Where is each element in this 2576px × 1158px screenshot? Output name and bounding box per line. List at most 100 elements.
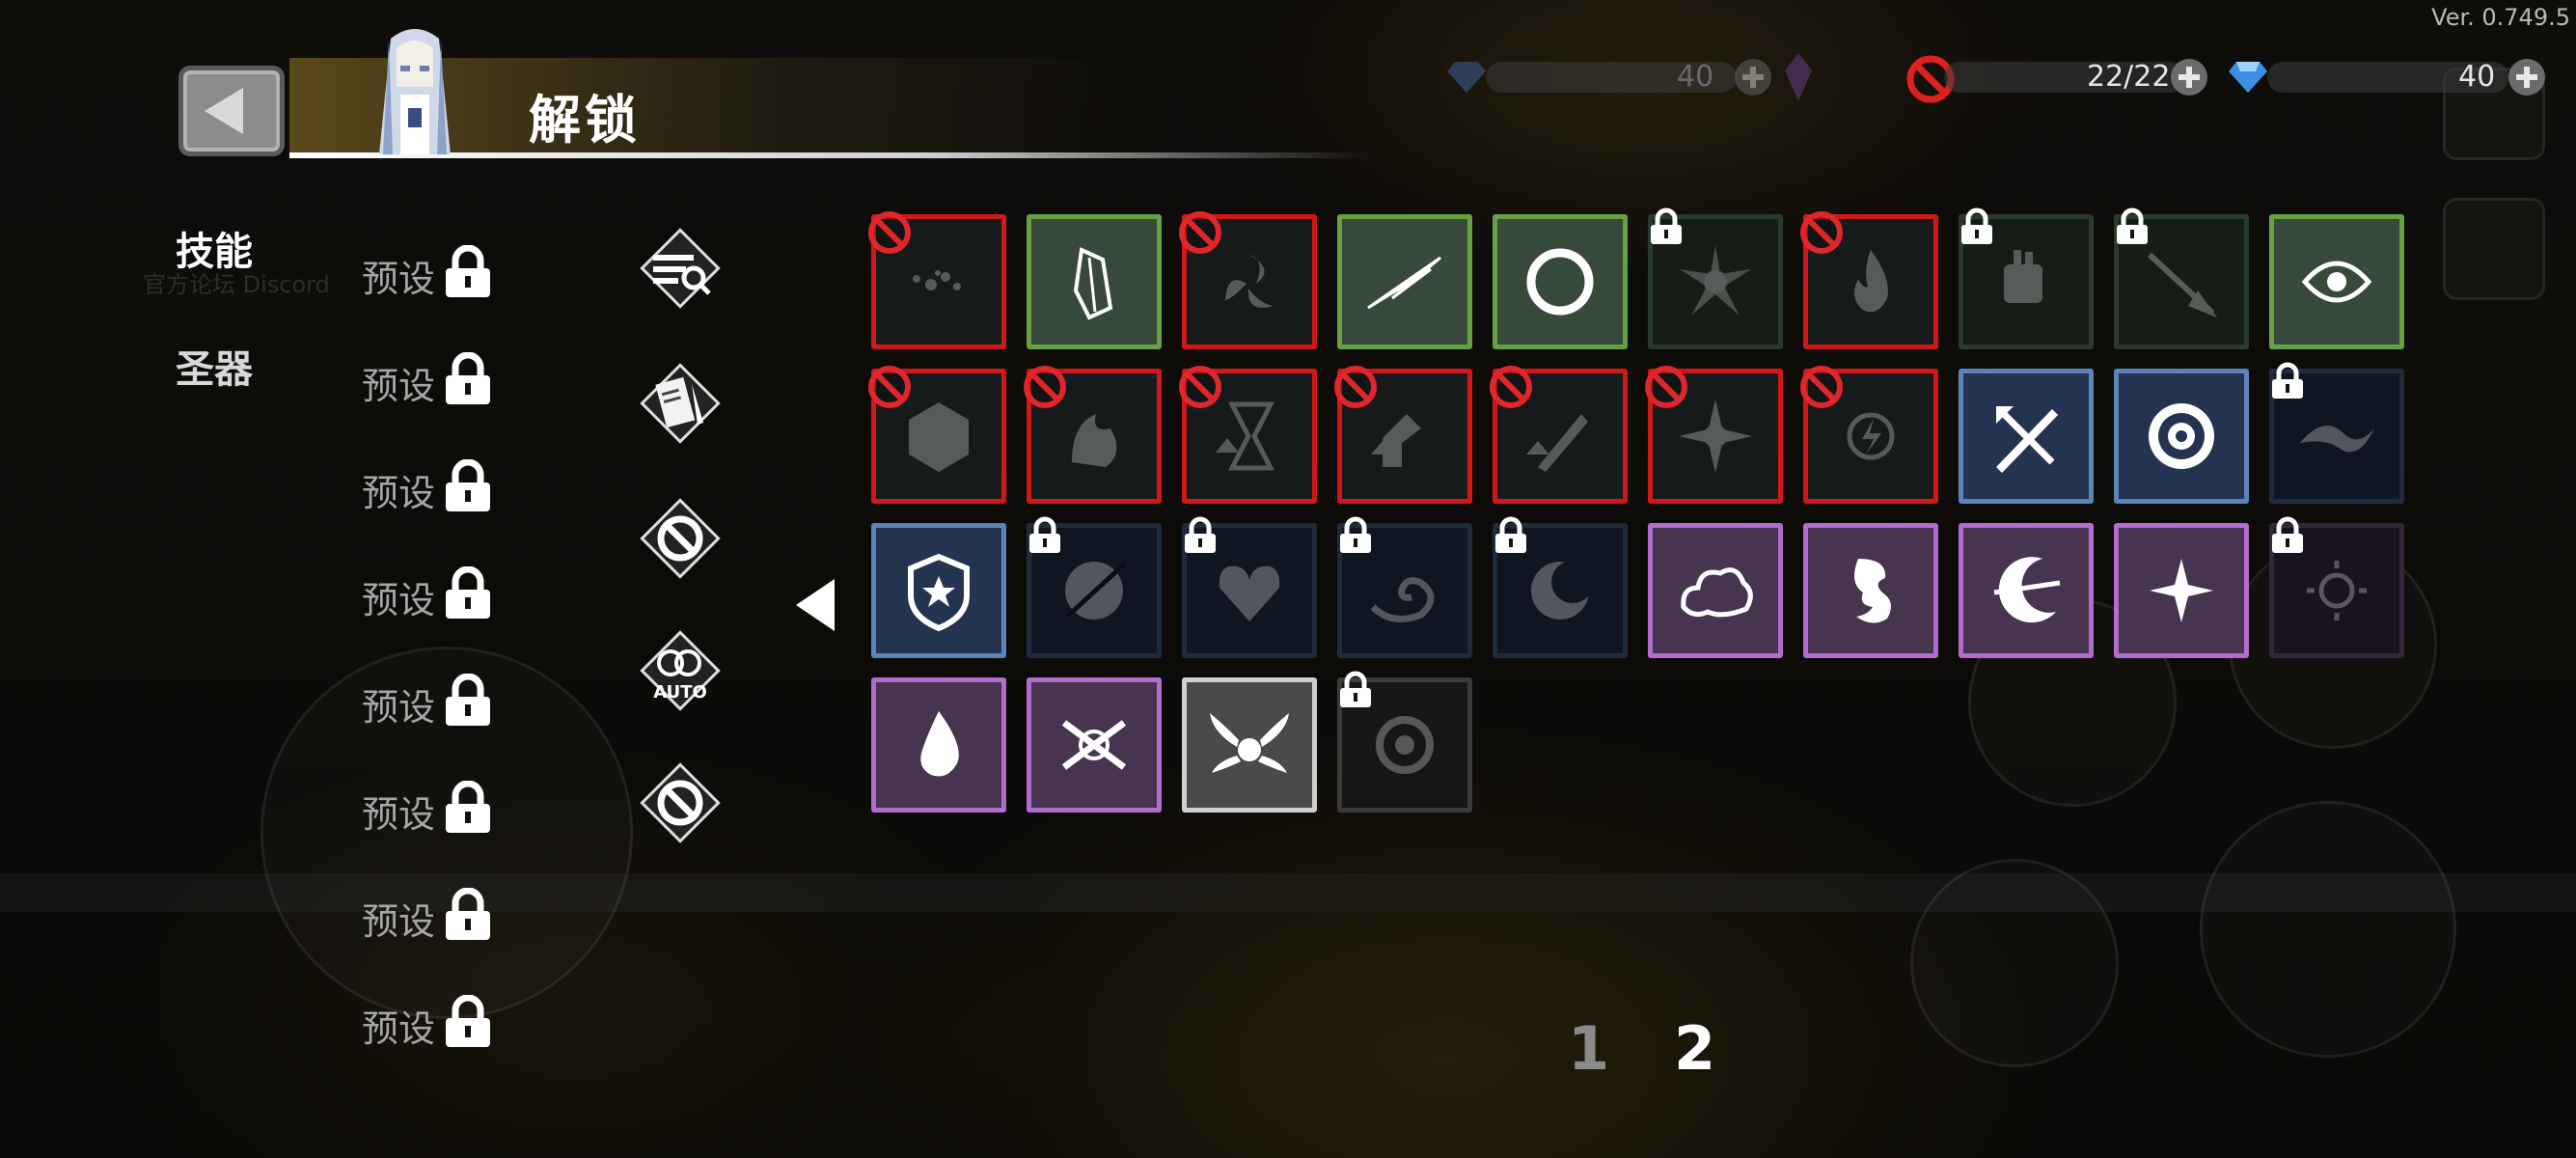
preset-slot[interactable]: 预设 [362, 780, 497, 836]
preset-label: 预设 [362, 686, 436, 729]
skill-card[interactable] [1337, 516, 1472, 658]
back-arrow-icon [205, 88, 243, 134]
lock-icon [442, 244, 494, 299]
skill-card[interactable] [868, 366, 1006, 504]
page-2-button[interactable]: 2 [1674, 1013, 1715, 1084]
skill-card[interactable] [1800, 211, 1938, 349]
preset-label: 预设 [362, 472, 436, 514]
preset-slot[interactable]: 预设 [362, 565, 497, 621]
preset-slot[interactable]: 预设 [362, 887, 497, 943]
preset-slot[interactable]: 预设 [362, 673, 497, 729]
skill-card[interactable] [1027, 677, 1162, 813]
page-1-button[interactable]: 1 [1568, 1013, 1609, 1084]
gem-value: 40 [2458, 60, 2496, 94]
skill-card[interactable] [1337, 671, 1472, 813]
lock-icon [442, 887, 494, 942]
ring-icon [1526, 248, 1594, 316]
previous-page-arrow[interactable] [796, 579, 835, 631]
preset-slot[interactable]: 预设 [362, 994, 497, 1050]
skill-card[interactable] [2114, 369, 2249, 504]
lock-icon [1336, 671, 1375, 709]
ghost-list-button [2443, 198, 2545, 300]
skill-card[interactable] [1493, 516, 1628, 658]
lock-icon [442, 351, 494, 406]
skill-card[interactable] [1800, 366, 1938, 504]
ghost-gem-plus-button[interactable] [1735, 59, 1771, 96]
filter-scroll-icon[interactable] [632, 355, 728, 452]
winged-orb-icon [1210, 713, 1289, 773]
ticket-plus-button[interactable] [2171, 59, 2207, 96]
gem-counter: 40 [2229, 58, 2547, 96]
skill-card[interactable] [1179, 211, 1317, 349]
gem-plus-button[interactable] [2508, 59, 2545, 96]
skill-card[interactable] [1179, 366, 1317, 504]
filter-auto-label: AUTO [653, 682, 707, 703]
lock-icon [1958, 207, 1996, 246]
skill-card[interactable] [1182, 516, 1317, 658]
category-artifacts[interactable]: 圣器 [176, 338, 253, 394]
filter-ban-alt-icon[interactable] [632, 755, 728, 851]
lock-icon [2113, 207, 2151, 246]
skill-card[interactable] [1024, 366, 1162, 504]
category-skills[interactable]: 技能 [176, 220, 253, 276]
dragon-icon [1854, 559, 1891, 623]
dark-gem-icon [1447, 62, 1486, 93]
ban-icon [1022, 364, 1068, 410]
lock-icon [442, 780, 494, 835]
skill-card[interactable] [2269, 516, 2404, 658]
vortex-eye-icon [2301, 261, 2372, 303]
skill-card[interactable] [2269, 214, 2404, 349]
skill-card[interactable] [1645, 366, 1783, 504]
cross-slash-icon [1061, 720, 1127, 770]
preset-slot[interactable]: 预设 [362, 351, 497, 407]
lock-icon [1492, 516, 1530, 555]
ticket-counter: 22/22 [1905, 55, 2214, 103]
character-avatar [379, 29, 451, 154]
preset-label: 预设 [362, 1007, 436, 1050]
skill-card[interactable] [2114, 207, 2249, 349]
ticket-value: 22/22 [2087, 60, 2171, 94]
skill-card[interactable] [1803, 523, 1938, 658]
skill-card[interactable] [1648, 523, 1783, 658]
preset-label: 预设 [362, 365, 436, 407]
ban-icon [1332, 364, 1379, 410]
skill-card[interactable] [1334, 366, 1472, 504]
ban-icon [1643, 364, 1689, 410]
ghost-gem-value: 40 [1677, 60, 1714, 94]
skill-card[interactable] [1027, 214, 1162, 349]
skill-card[interactable] [1959, 523, 2094, 658]
preset-slot[interactable]: 预设 [362, 244, 497, 300]
skill-card[interactable] [1648, 207, 1783, 349]
skill-card[interactable] [868, 211, 1006, 349]
crossed-weapons-icon [1996, 406, 2058, 473]
preset-label: 预设 [362, 900, 436, 943]
skill-card[interactable] [1337, 214, 1472, 349]
preset-slot[interactable]: 预设 [362, 458, 497, 514]
skill-card[interactable] [1959, 369, 2094, 504]
rose-icon [2149, 403, 2214, 469]
skill-card[interactable] [1182, 677, 1317, 813]
skill-card[interactable] [871, 677, 1006, 813]
filter-ban-icon[interactable] [632, 490, 728, 587]
skill-card[interactable] [871, 523, 1006, 658]
back-button[interactable] [178, 66, 285, 156]
ban-icon [1177, 209, 1223, 256]
preset-label: 预设 [362, 258, 436, 300]
skill-card[interactable] [1027, 516, 1162, 658]
blue-gem-icon [2229, 62, 2267, 93]
preset-label: 预设 [362, 579, 436, 621]
lock-icon [1181, 516, 1219, 555]
shield-star-icon [908, 553, 970, 632]
skill-card[interactable] [2114, 523, 2249, 658]
skill-card[interactable] [1490, 366, 1628, 504]
ban-icon [1798, 364, 1845, 410]
drop-icon [920, 711, 959, 777]
filter-auto-icon[interactable]: AUTO [632, 622, 728, 719]
skill-card[interactable] [1959, 207, 2094, 349]
page-title: 解锁 [529, 90, 641, 151]
skill-card[interactable] [2269, 362, 2404, 504]
ban-icon [866, 209, 913, 256]
skill-card[interactable] [1493, 214, 1628, 349]
preset-label: 预设 [362, 793, 436, 836]
filter-search-icon[interactable] [632, 220, 728, 317]
